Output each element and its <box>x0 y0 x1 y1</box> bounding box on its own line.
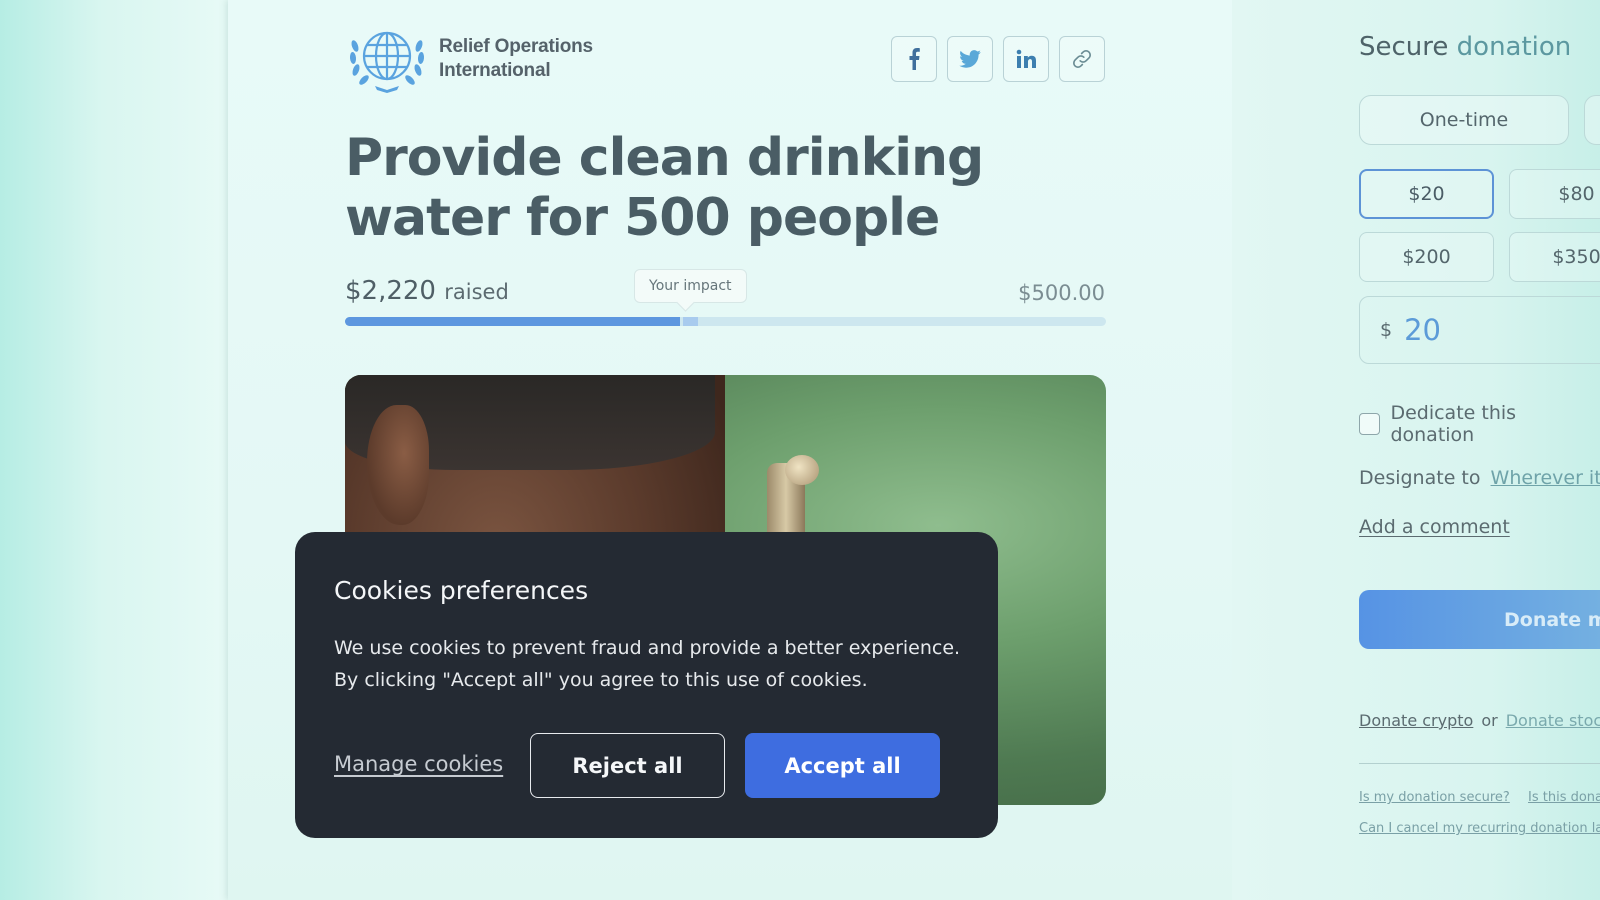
designate-row: Designate to Wherever it’s n <box>1359 467 1600 489</box>
donation-panel-title: Secure donation <box>1359 32 1571 62</box>
facebook-icon <box>909 48 920 70</box>
social-share-bar <box>891 36 1105 82</box>
faq-tax-link[interactable]: Is this dona <box>1528 790 1600 805</box>
link-icon <box>1073 50 1091 68</box>
page-background-left <box>0 0 228 900</box>
photo-tap-handle <box>785 455 819 485</box>
reject-all-button[interactable]: Reject all <box>530 733 725 798</box>
organization-name-line2: International <box>439 60 551 81</box>
amount-option-350[interactable]: $350 <box>1509 232 1600 282</box>
add-comment-link[interactable]: Add a comment <box>1359 516 1510 538</box>
photo-ear <box>367 405 429 525</box>
raised-amount: $2,220 <box>345 276 436 306</box>
dedicate-label: Dedicate this donation <box>1390 402 1517 446</box>
organization-logo[interactable]: Relief Operations International <box>345 24 593 94</box>
amount-option-200[interactable]: $200 <box>1359 232 1494 282</box>
twitter-icon <box>959 50 981 68</box>
cookie-dialog-body: We use cookies to prevent fraud and prov… <box>334 637 961 691</box>
progress-raised-fill <box>345 317 680 326</box>
custom-amount-value: 20 <box>1404 313 1441 347</box>
share-facebook-button[interactable] <box>891 36 937 82</box>
or-separator: or <box>1481 711 1498 730</box>
donate-crypto-link[interactable]: Donate crypto <box>1359 711 1473 730</box>
designate-dropdown-link[interactable]: Wherever it’s n <box>1491 467 1600 489</box>
amount-option-20[interactable]: $20 <box>1359 169 1494 219</box>
cookie-dialog-title: Cookies preferences <box>334 576 589 605</box>
progress-impact-fill <box>682 317 699 326</box>
donation-panel: Secure donation One-time $20 $80 $200 $3… <box>1232 0 1600 900</box>
cookie-consent-dialog: Cookies preferences We use cookies to pr… <box>295 532 998 838</box>
frequency-one-time-button[interactable]: One-time <box>1359 95 1569 145</box>
share-linkedin-button[interactable] <box>1003 36 1049 82</box>
currency-symbol: $ <box>1380 319 1393 341</box>
raised-label: raised <box>444 280 509 304</box>
manage-cookies-link[interactable]: Manage cookies <box>334 752 503 776</box>
custom-amount-input[interactable]: $ 20 <box>1359 296 1600 364</box>
dedicate-checkbox[interactable] <box>1359 413 1381 435</box>
title-secure: Secure <box>1359 32 1449 62</box>
dedicate-donation-option[interactable]: Dedicate this donation <box>1359 402 1600 446</box>
globe-laurel-icon <box>349 31 425 93</box>
goal-amount: $500.00 <box>1018 281 1105 305</box>
organization-name: Relief Operations International <box>439 35 593 83</box>
amount-option-80[interactable]: $80 <box>1509 169 1600 219</box>
organization-name-line1: Relief Operations <box>439 36 593 57</box>
donate-stock-link[interactable]: Donate stock <box>1506 711 1600 730</box>
frequency-monthly-button[interactable] <box>1584 95 1600 145</box>
linkedin-icon <box>1016 49 1036 68</box>
title-donation: donation <box>1456 32 1572 62</box>
copy-link-button[interactable] <box>1059 36 1105 82</box>
designate-label: Designate to <box>1359 467 1481 489</box>
accept-all-button[interactable]: Accept all <box>745 733 940 798</box>
faq-cancel-recurring-link[interactable]: Can I cancel my recurring donation la <box>1359 821 1600 836</box>
share-twitter-button[interactable] <box>947 36 993 82</box>
donate-button[interactable]: Donate mo <box>1359 590 1600 649</box>
campaign-title: Provide clean drinking water for 500 peo… <box>345 128 984 248</box>
panel-divider <box>1359 763 1600 764</box>
faq-donation-secure-link[interactable]: Is my donation secure? <box>1359 790 1510 805</box>
impact-tooltip: Your impact <box>634 269 747 303</box>
raised-summary: $2,220 raised <box>345 276 509 306</box>
fundraising-progress-bar <box>345 317 1106 326</box>
alternative-donation-links: Donate crypto or Donate stock <box>1359 711 1600 730</box>
